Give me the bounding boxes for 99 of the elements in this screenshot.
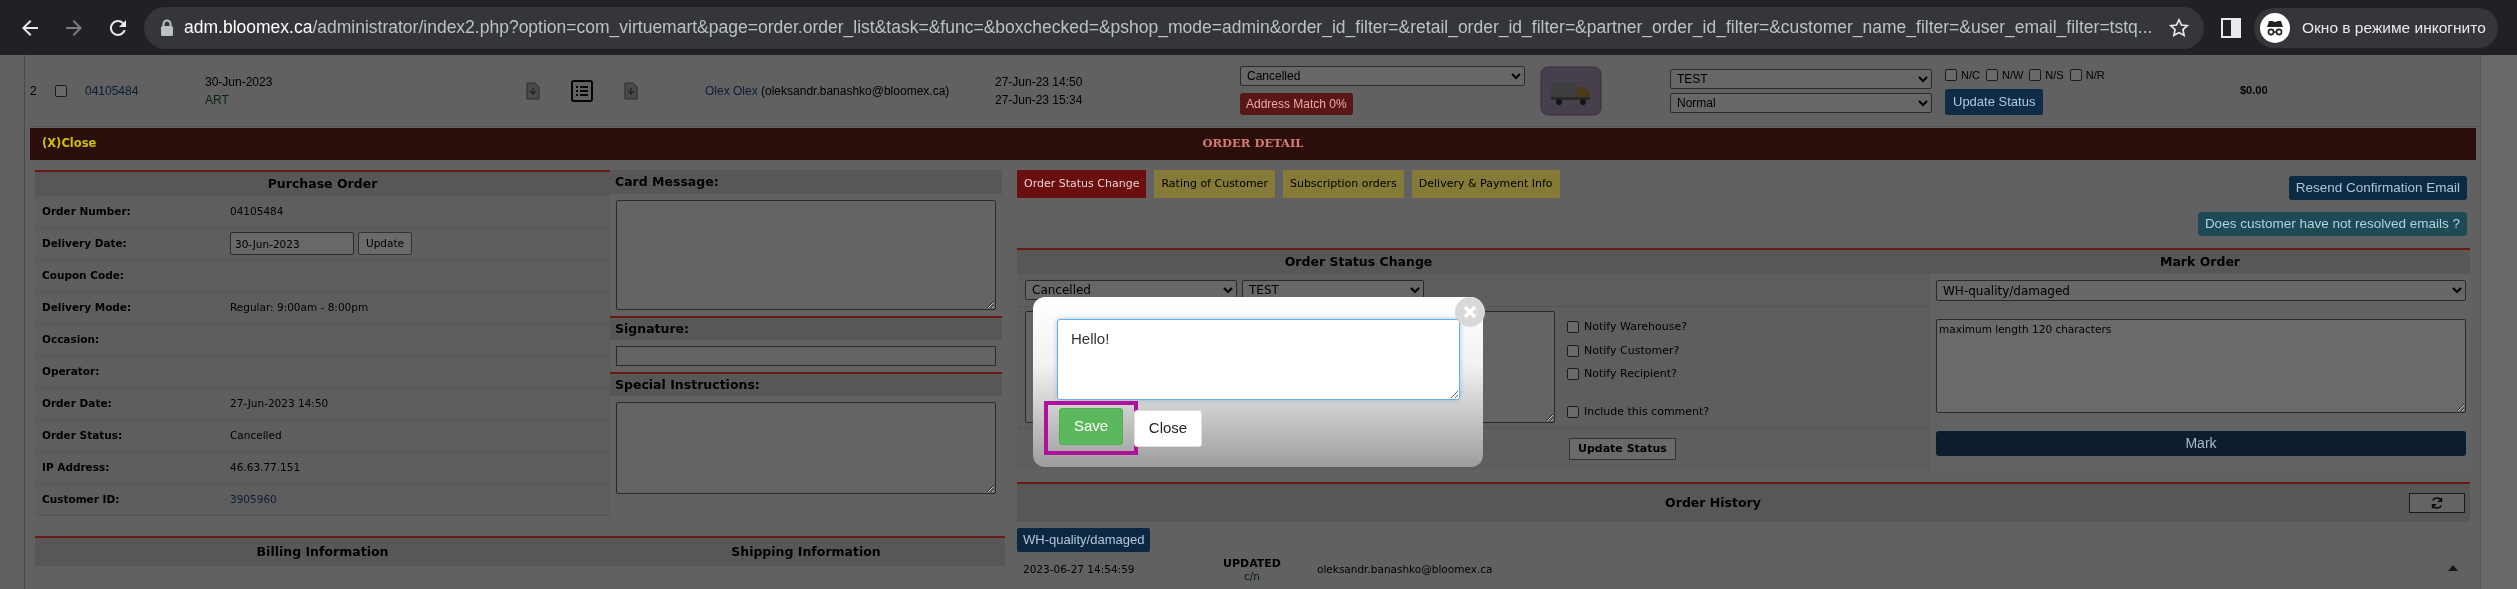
incognito-chip[interactable]: Окно в режиме инкогнито (2254, 7, 2498, 48)
checkbox[interactable] (1567, 405, 1579, 418)
action-button[interactable]: Does customer have not resolved emails ? (2197, 212, 2467, 236)
tab[interactable]: Subscription orders (1282, 170, 1404, 198)
customer-link[interactable]: Olex Olex (705, 83, 758, 98)
truck-icon[interactable] (1540, 65, 1602, 116)
panel-header: Purchase Order (35, 172, 610, 196)
order-link[interactable]: 04105484 (85, 83, 139, 98)
address-match-badge[interactable]: Address Match 0% (1240, 93, 1353, 115)
checkbox[interactable] (2029, 68, 2042, 81)
update-status-button[interactable]: Update Status (1945, 89, 2044, 115)
field-label: Occasion: (41, 331, 101, 347)
checkbox-label: N/R (2085, 67, 2105, 83)
field-label: Coupon Code: (41, 267, 125, 283)
order-total: $0.00 (2240, 84, 2268, 97)
field-value: Cancelled (230, 427, 282, 443)
action-button[interactable]: Resend Confirmation Email (2288, 176, 2467, 200)
section-title: ORDER DETAIL (1202, 135, 1304, 153)
refresh-icon (2430, 496, 2444, 510)
section-title: Billing Information (255, 542, 390, 561)
document-icon[interactable] (525, 81, 541, 100)
instructions-field[interactable] (616, 402, 996, 494)
dropdown[interactable]: Normal (1670, 92, 1932, 113)
update-status-button[interactable]: Update Status (1569, 438, 1676, 460)
checkbox-label: N/S (2045, 67, 2064, 83)
dropdown[interactable]: WH-quality/damaged (1936, 280, 2466, 301)
checkbox[interactable] (2069, 68, 2082, 81)
field-label: IP Address: (41, 459, 111, 475)
star-icon[interactable] (2168, 16, 2190, 39)
checkbox-label: Include this comment? (1584, 403, 1710, 420)
field-label: Order Number: (41, 203, 132, 219)
dropdown[interactable]: Cancelled (1240, 66, 1525, 86)
checkbox[interactable] (1567, 321, 1579, 334)
dropdown[interactable]: Cancelled (1025, 280, 1237, 300)
checkbox[interactable] (55, 85, 67, 98)
panel-header: Signature: (610, 316, 1002, 340)
field-value: 04105484 (230, 203, 284, 219)
field-label: Customer ID: (41, 491, 121, 507)
checkbox-label: Notify Warehouse? (1584, 319, 1687, 335)
checkbox[interactable] (1985, 68, 1998, 81)
close-link[interactable]: (X)Close (30, 135, 1203, 153)
signature-field[interactable] (616, 346, 996, 366)
tab[interactable]: Rating of Customer (1154, 170, 1275, 198)
mark-comment-field[interactable]: maximum length 120 characters (1936, 319, 2466, 413)
checkbox-label: Notify Recipient? (1584, 366, 1677, 382)
row-number: 2 (30, 83, 37, 98)
history-user: oleksandr.banashko@bloomex.ca (1316, 561, 1493, 577)
field-label: Delivery Mode: (41, 299, 133, 315)
section-title: Shipping Information (730, 542, 882, 561)
close-icon (1463, 305, 1477, 319)
mark-tag: WH-quality/damaged (1017, 528, 1151, 552)
checkbox[interactable] (1945, 68, 1957, 81)
list-icon[interactable] (571, 79, 593, 102)
update-button[interactable]: Update (358, 232, 413, 255)
save-button[interactable]: Save (1059, 408, 1123, 445)
history-note: c/n (1243, 569, 1261, 583)
history-time: 2023-06-27 14:54:59 (1022, 561, 1136, 577)
section-title: Order History (1664, 493, 1762, 512)
order-tag: ART (205, 90, 525, 109)
mark-button[interactable]: Mark (1936, 431, 2466, 456)
panel-header: Order Status Change (1017, 250, 1930, 274)
address-bar[interactable]: adm.bloomex.ca/administrator/index2.php?option=com_virtuemart&page=order.order_list&task=&func=&boxchecked=&pshop_mode=admin&order_id_filter=&retail_order_id_filter=&partner_order_id_filter=&customer_name_filter=&user_email_filter=tstq... (144, 6, 2204, 49)
comment-field[interactable]: Hello! (1057, 319, 1460, 400)
field-label: Operator: (41, 363, 101, 379)
panel-header: Mark Order (1930, 250, 2470, 274)
customer-id-link[interactable]: 3905960 (230, 491, 277, 508)
tab[interactable]: Order Status Change (1017, 170, 1147, 198)
history-action: UPDATED (1222, 556, 1282, 570)
customer-email: (oleksandr.banashko@bloomex.ca) (760, 83, 950, 98)
field-value: 46.63.77.151 (230, 459, 301, 475)
date-field[interactable]: 30-Jun-2023 (230, 232, 354, 255)
card-message-field[interactable] (616, 200, 996, 310)
sidebar-icon[interactable] (2220, 16, 2242, 39)
caret-up-icon[interactable] (2448, 564, 2458, 571)
panel-header: Special Instructions: (610, 372, 1002, 396)
field-value: Regular: 9:00am - 8:00pm (230, 299, 369, 315)
scrollbar[interactable] (2480, 55, 2517, 589)
field-value: 27-Jun-2023 14:50 (230, 395, 329, 411)
delivery-date: 30-Jun-2023 (205, 73, 274, 91)
tab[interactable]: Delivery & Payment Info (1411, 170, 1560, 198)
close-button[interactable]: Close (1134, 409, 1202, 447)
checkbox[interactable] (1567, 368, 1579, 381)
dropdown[interactable]: TEST (1670, 68, 1932, 89)
checkbox-label: Notify Customer? (1584, 342, 1680, 359)
checkbox-label: N/C (1961, 67, 1980, 83)
close-button[interactable] (1455, 297, 1485, 327)
order-time: 27-Jun-23 15:34 (995, 91, 1084, 109)
checkbox[interactable] (1567, 344, 1579, 357)
incognito-icon (2260, 12, 2290, 43)
order-time: 27-Jun-23 14:50 (995, 73, 1084, 91)
checkbox-label: N/W (2001, 67, 2024, 83)
field-label: Delivery Date: (41, 235, 128, 251)
refresh-button[interactable] (2409, 493, 2465, 513)
field-label: Order Date: (41, 395, 113, 411)
lock-icon (160, 18, 174, 37)
panel-header: Card Message: (610, 170, 1002, 194)
dropdown[interactable]: TEST (1242, 280, 1424, 300)
field-label: Order Status: (41, 427, 124, 443)
document-icon[interactable] (623, 81, 639, 100)
